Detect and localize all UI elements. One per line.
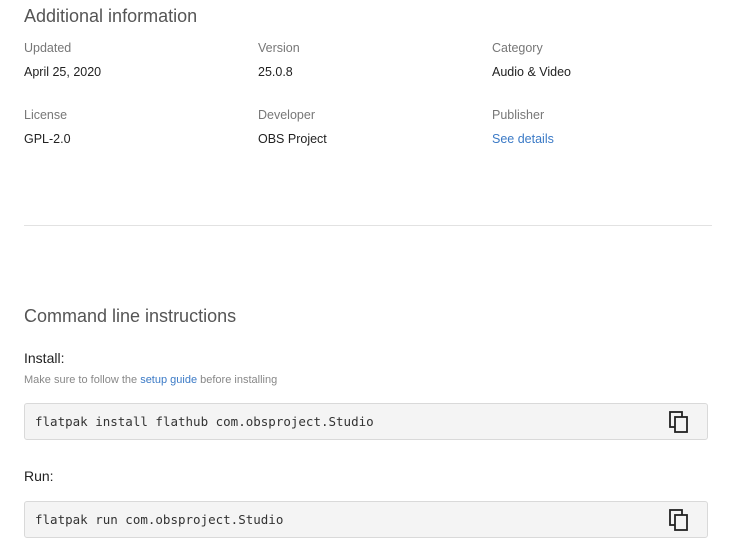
info-label: Version bbox=[258, 41, 300, 55]
hint-text-after: before installing bbox=[200, 374, 278, 386]
info-value: 25.0.8 bbox=[258, 65, 293, 79]
info-label: Developer bbox=[258, 108, 315, 122]
section-divider bbox=[24, 225, 712, 226]
install-command-box: flatpak install flathub com.obsproject.S… bbox=[24, 403, 708, 440]
hint-text-before: Make sure to follow the bbox=[24, 374, 138, 386]
info-grid: Updated April 25, 2020 Version 25.0.8 Ca… bbox=[24, 40, 714, 174]
info-label: License bbox=[24, 108, 68, 122]
copy-icon[interactable] bbox=[667, 410, 691, 434]
install-label: Install: bbox=[24, 350, 65, 366]
info-value: GPL-2.0 bbox=[24, 132, 71, 146]
info-value: April 25, 2020 bbox=[24, 65, 102, 79]
info-value: Audio & Video bbox=[492, 65, 571, 79]
publisher-see-details-link[interactable]: See details bbox=[492, 131, 714, 147]
info-value: OBS Project bbox=[258, 132, 327, 146]
command-line-title: Command line instructions bbox=[24, 306, 237, 326]
install-command-text[interactable]: flatpak install flathub com.obsproject.S… bbox=[35, 414, 374, 430]
install-hint: Make sure to follow the setup guide befo… bbox=[24, 373, 277, 387]
info-license: License GPL-2.0 bbox=[24, 107, 258, 174]
copy-icon[interactable] bbox=[667, 508, 691, 532]
run-label: Run: bbox=[24, 468, 54, 484]
info-updated: Updated April 25, 2020 bbox=[24, 40, 258, 107]
info-publisher: Publisher See details bbox=[492, 107, 714, 174]
run-command-text[interactable]: flatpak run com.obsproject.Studio bbox=[35, 512, 283, 528]
run-command-box: flatpak run com.obsproject.Studio bbox=[24, 501, 708, 538]
info-label: Updated bbox=[24, 41, 72, 55]
setup-guide-link[interactable]: setup guide bbox=[140, 374, 197, 386]
info-developer: Developer OBS Project bbox=[258, 107, 492, 174]
info-version: Version 25.0.8 bbox=[258, 40, 492, 107]
info-category: Category Audio & Video bbox=[492, 40, 714, 107]
additional-information-title: Additional information bbox=[24, 6, 198, 26]
info-label: Category bbox=[492, 41, 543, 55]
info-label: Publisher bbox=[492, 108, 545, 122]
